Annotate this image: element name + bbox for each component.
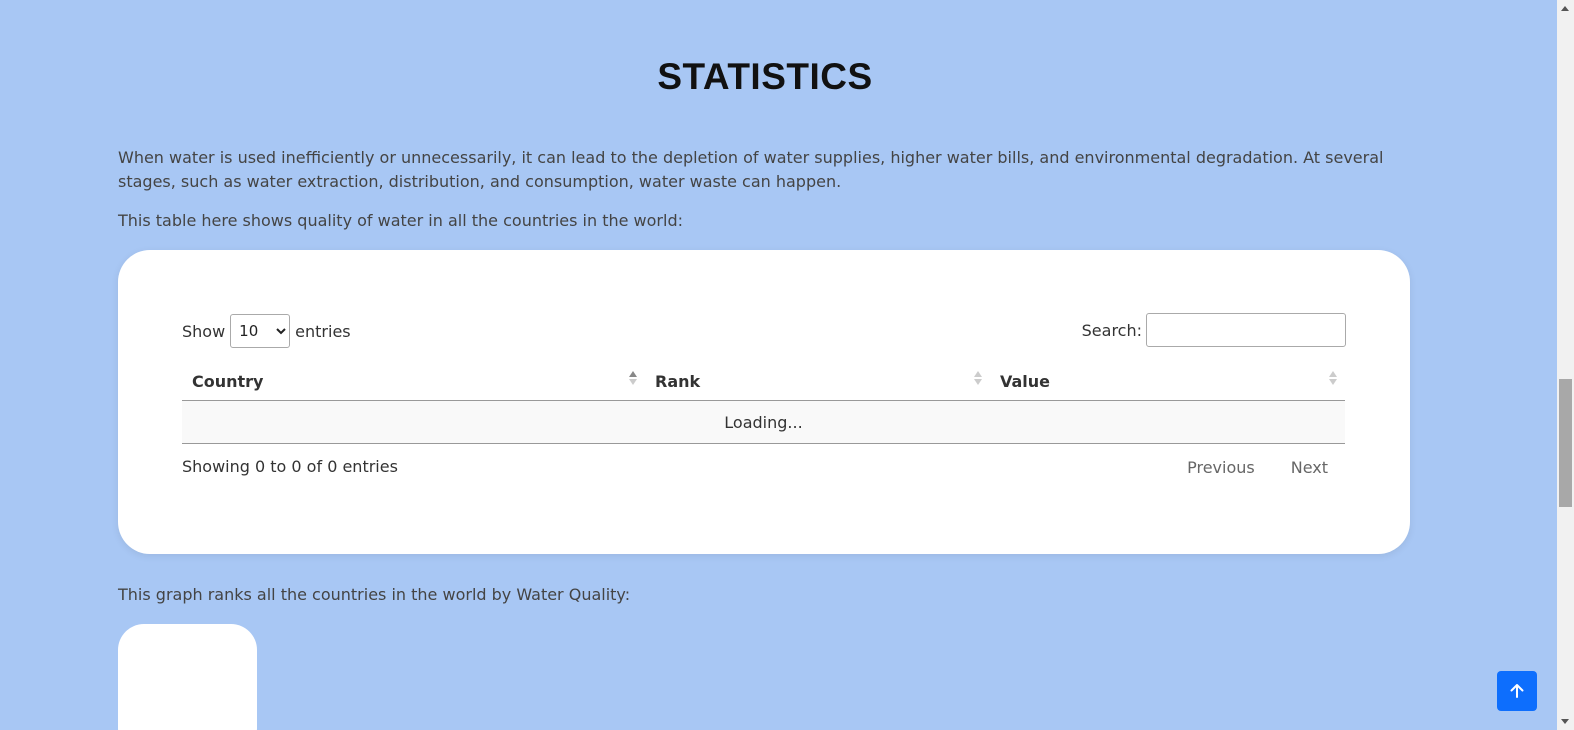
loading-cell: Loading... <box>182 400 1345 444</box>
intro-paragraph: When water is used inefficiently or unne… <box>118 148 1384 191</box>
entries-label: entries <box>295 321 351 341</box>
scroll-down-icon[interactable] <box>1561 719 1569 724</box>
table-info: Showing 0 to 0 of 0 entries <box>182 457 398 476</box>
back-to-top-button[interactable] <box>1497 671 1537 711</box>
search-input[interactable] <box>1146 313 1346 347</box>
search-control: Search: <box>1082 313 1346 347</box>
page-title: STATISTICS <box>657 56 873 97</box>
search-label: Search: <box>1081 320 1142 340</box>
next-button[interactable]: Next <box>1273 458 1346 477</box>
scroll-up-icon[interactable] <box>1561 6 1569 11</box>
sort-icon <box>974 371 982 387</box>
column-label: Rank <box>655 371 701 391</box>
scrollbar-thumb[interactable] <box>1559 379 1572 507</box>
data-table: Country Rank Value Loading... <box>182 362 1345 444</box>
column-label: Country <box>192 371 264 391</box>
table-header-row: Country Rank Value <box>182 362 1345 401</box>
sort-icon <box>1329 371 1337 387</box>
column-label: Value <box>1000 371 1051 391</box>
graph-card <box>118 624 257 730</box>
vertical-scrollbar[interactable] <box>1557 0 1574 730</box>
arrow-up-icon <box>1510 684 1524 698</box>
previous-button[interactable]: Previous <box>1169 458 1273 477</box>
sort-icon <box>629 371 637 387</box>
page-length-select[interactable]: 10 <box>230 314 291 348</box>
column-header-country[interactable]: Country <box>182 362 645 401</box>
show-label: Show <box>182 321 226 341</box>
column-header-value[interactable]: Value <box>990 362 1345 401</box>
page-length-control: Show 10 entries <box>182 314 351 348</box>
pagination: Previous Next <box>1169 458 1346 477</box>
datatable-card: Show 10 entries Search: Country Rank Val… <box>118 250 1410 554</box>
column-header-rank[interactable]: Rank <box>645 362 990 401</box>
page: STATISTICS When water is used inefficien… <box>0 0 1557 730</box>
table-caption: This table here shows quality of water i… <box>118 211 683 230</box>
table-row: Loading... <box>182 400 1345 444</box>
graph-caption: This graph ranks all the countries in th… <box>118 585 631 604</box>
